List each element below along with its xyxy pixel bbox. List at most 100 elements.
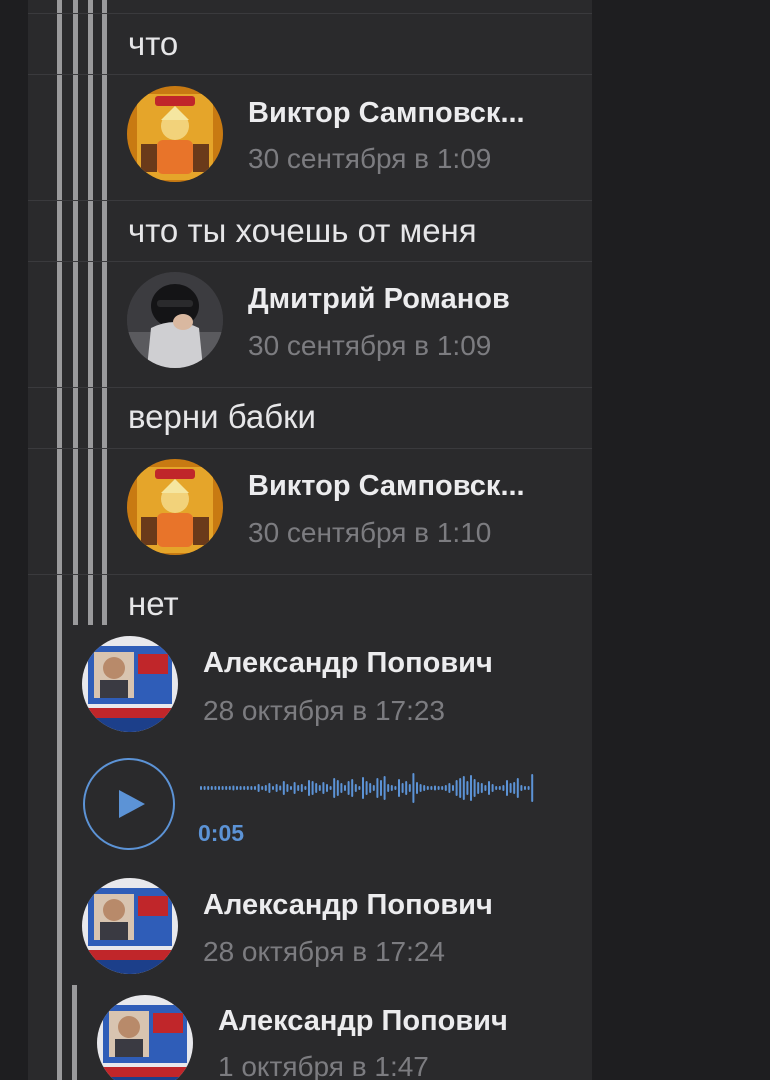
message-text: что ты хочешь от меня (128, 212, 477, 249)
waveform-bar (344, 785, 346, 791)
comment-date: 30 сентября в 1:10 (248, 517, 492, 548)
waveform-bar (462, 776, 465, 800)
waveform-bar (243, 786, 246, 790)
waveform-bar (257, 784, 260, 792)
waveform-bar (250, 786, 253, 790)
waveform-bar (264, 785, 267, 791)
divider (28, 74, 592, 75)
waveform-bar (326, 784, 328, 792)
waveform-bar (480, 783, 483, 793)
waveform-bar (254, 786, 256, 790)
waveform-bar (498, 786, 501, 790)
tv-avatar-icon[interactable] (82, 636, 178, 732)
waveform-bar (279, 785, 282, 791)
comment-author[interactable]: Виктор Самповск... (248, 96, 568, 130)
comment-author[interactable]: Александр Попович (203, 646, 563, 680)
waveform-bar (293, 782, 296, 794)
waveform-bar (232, 785, 235, 791)
comment-date: 30 сентября в 1:09 (248, 330, 492, 361)
waveform-bar (437, 786, 440, 790)
waveform-bar (398, 779, 400, 797)
anime-avatar-icon[interactable] (127, 459, 223, 555)
waveform-bar (408, 784, 411, 792)
comment-author[interactable]: Александр Попович (218, 1004, 568, 1038)
waveform-bar (513, 782, 516, 794)
waveform-bar (394, 786, 397, 790)
waveform-bar (372, 785, 375, 791)
thread-line (57, 0, 62, 1080)
waveform-bar (207, 786, 210, 790)
divider (28, 200, 592, 201)
waveform-bar (210, 786, 213, 790)
waveform-bar (448, 783, 451, 793)
waveform-bar (484, 785, 487, 791)
waveform-bar (495, 786, 498, 790)
play-icon (119, 790, 145, 818)
waveform-bar (354, 784, 357, 792)
waveform-bar (228, 786, 231, 790)
waveform-bar (347, 781, 350, 795)
voice-play-button[interactable] (83, 758, 175, 850)
message-text: что (128, 25, 179, 62)
waveform-bar (520, 785, 523, 791)
waveform-bar (509, 783, 512, 793)
waveform-bar (455, 780, 458, 796)
waveform-bar (419, 784, 422, 792)
waveform-bar (282, 781, 285, 795)
waveform-bar (423, 785, 426, 791)
comments-thread: что Виктор Самповск... 30 сентября в 1:0… (28, 0, 592, 1080)
comment-author[interactable]: Виктор Самповск... (248, 469, 568, 503)
waveform-bar (225, 786, 228, 790)
tv-avatar-icon[interactable] (97, 995, 193, 1080)
waveform-bar (340, 783, 343, 793)
message-text: верни бабки (128, 398, 316, 435)
waveform-bar (268, 783, 271, 793)
divider (28, 261, 592, 262)
waveform-bar (380, 780, 382, 796)
waveform-bar (308, 780, 310, 796)
waveform-bar (524, 786, 526, 790)
waveform-bar (246, 786, 249, 790)
comment-date: 28 октября в 17:23 (203, 695, 446, 726)
thread-line (72, 985, 77, 1080)
waveform-bar (369, 783, 372, 793)
waveform-bar (304, 786, 307, 790)
waveform-bar (286, 784, 289, 792)
waveform-bar (329, 786, 332, 790)
comment-date: 28 октября в 17:24 (203, 936, 446, 967)
waveform-bar (376, 778, 379, 798)
comment-date: 1 октября в 1:47 (218, 1051, 429, 1080)
comment-author[interactable]: Дмитрий Романов (248, 282, 568, 316)
waveform-bar (477, 782, 480, 794)
waveform-bar (290, 786, 292, 790)
waveform-bar (416, 782, 418, 794)
waveform-bar (351, 779, 354, 797)
voice-waveform[interactable] (200, 752, 546, 818)
voice-duration: 0:05 (198, 820, 245, 846)
comment-date: 30 сентября в 1:09 (248, 143, 492, 174)
waveform-bar (275, 784, 278, 792)
waveform-bar (333, 778, 336, 798)
comment-author[interactable]: Александр Попович (203, 888, 563, 922)
hooded-avatar-icon[interactable] (127, 272, 223, 368)
thread-line (73, 0, 78, 625)
waveform-bar (318, 785, 321, 791)
waveform-bar (300, 784, 303, 792)
divider (28, 13, 592, 14)
waveform-bar (502, 785, 505, 791)
waveform-bar (466, 781, 469, 795)
waveform-bar (214, 786, 217, 790)
tv-avatar-icon[interactable] (82, 878, 178, 974)
waveform-bar (470, 775, 472, 801)
waveform-bar (401, 783, 404, 793)
thread-line (102, 0, 107, 625)
waveform-bar (200, 786, 202, 790)
waveform-bar (297, 785, 300, 791)
waveform-bar (383, 776, 386, 800)
anime-avatar-icon[interactable] (127, 86, 223, 182)
waveform-bar (203, 786, 206, 790)
waveform-bar (441, 786, 444, 790)
waveform-bar (459, 778, 462, 798)
waveform-bar (516, 778, 519, 798)
waveform-bar (261, 786, 264, 790)
